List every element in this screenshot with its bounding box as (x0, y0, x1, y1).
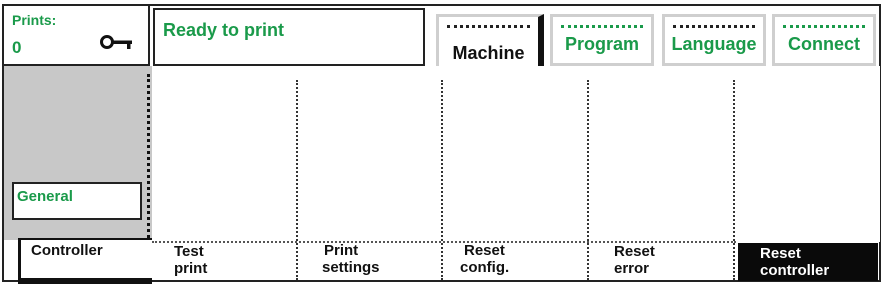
prints-value: 0 (12, 38, 22, 57)
softkey-line: error (614, 260, 650, 277)
key-icon (100, 35, 132, 49)
reset-config-button[interactable]: Reset config. (460, 242, 509, 276)
softkey-line: settings (322, 259, 380, 276)
print-settings-button[interactable]: Print settings (322, 242, 380, 276)
tab-dots (447, 25, 530, 28)
column-divider (296, 80, 298, 280)
softkey-line: Reset (464, 242, 505, 259)
tab-dots (673, 25, 755, 28)
prints-label: Prints: (12, 12, 57, 28)
tab-label: Program (564, 34, 640, 54)
softkey-line: Reset (614, 243, 655, 260)
controller-label: Controller (31, 242, 103, 259)
left-panel-divider (147, 74, 150, 238)
column-divider (441, 80, 443, 280)
status-box: Ready to print (153, 8, 425, 66)
softkey-line: Print (324, 242, 359, 259)
prints-counter-box: Prints: 0 (2, 4, 150, 66)
controller-tab-underline (18, 278, 152, 284)
printer-screen: Prints: 0 Ready to print Machine Program… (0, 0, 887, 287)
tab-label: Language (671, 34, 757, 54)
softkey-line: Reset (760, 245, 801, 262)
softkey-line: controller (760, 262, 830, 279)
tab-connect[interactable]: Connect (772, 14, 876, 66)
tab-language[interactable]: Language (662, 14, 766, 66)
tab-label: Machine (452, 43, 525, 63)
tab-dots (783, 25, 865, 28)
tab-label: Connect (788, 34, 860, 54)
general-group-box[interactable]: General (12, 182, 142, 220)
tab-program[interactable]: Program (550, 14, 654, 66)
test-print-button[interactable]: Test print (174, 243, 207, 277)
column-divider (587, 80, 589, 280)
status-text: Ready to print (163, 20, 285, 40)
softkey-line: print (174, 260, 208, 277)
reset-error-button[interactable]: Reset error (614, 243, 655, 277)
main-panel (152, 66, 880, 242)
softkey-line: Test (174, 243, 204, 260)
general-label: General (17, 188, 73, 205)
softkey-line: config. (460, 259, 510, 276)
tab-dots (561, 25, 643, 28)
column-divider (733, 80, 735, 280)
reset-controller-button[interactable]: Reset controller (738, 243, 878, 281)
